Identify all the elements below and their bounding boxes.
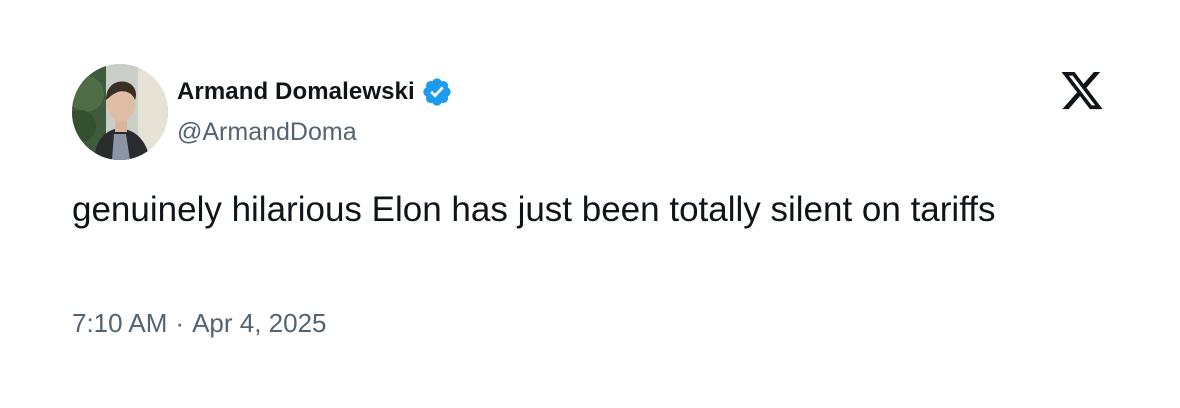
author-handle[interactable]: @ArmandDoma bbox=[177, 118, 357, 147]
tweet-timestamp[interactable]: 7:10 AM · Apr 4, 2025 bbox=[72, 308, 327, 339]
avatar-photo-icon bbox=[72, 64, 168, 160]
tweet-date: Apr 4, 2025 bbox=[192, 308, 327, 338]
author-name-row: Armand Domalewski bbox=[177, 74, 453, 110]
tweet-card: Armand Domalewski @ArmandDoma genuinely … bbox=[0, 0, 1180, 408]
tweet-text: genuinely hilarious Elon has just been t… bbox=[72, 190, 996, 229]
verified-badge-icon bbox=[421, 76, 453, 108]
x-logo-icon[interactable] bbox=[1058, 72, 1106, 112]
avatar[interactable] bbox=[72, 64, 168, 160]
timestamp-separator: · bbox=[175, 308, 185, 338]
author-display-name[interactable]: Armand Domalewski bbox=[177, 78, 415, 106]
tweet-time: 7:10 AM bbox=[72, 308, 168, 338]
